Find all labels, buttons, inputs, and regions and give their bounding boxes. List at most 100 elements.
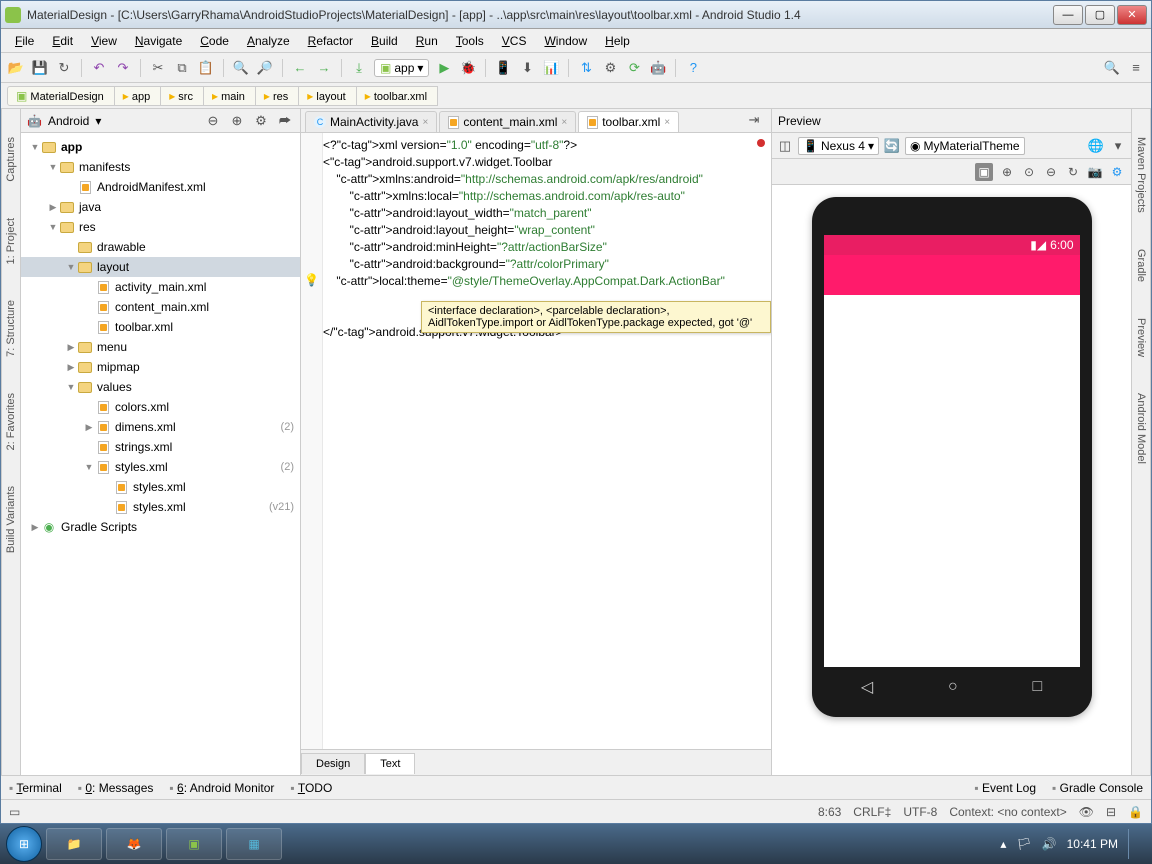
gear-icon[interactable]: ⚙ bbox=[252, 112, 270, 130]
editor-tab[interactable]: content_main.xml× bbox=[439, 111, 576, 132]
side-tab-preview[interactable]: Preview bbox=[1133, 310, 1149, 365]
menu-tools[interactable]: Tools bbox=[448, 32, 492, 50]
tree-item[interactable]: ▼styles.xml(2) bbox=[21, 457, 300, 477]
editor-gutter[interactable] bbox=[301, 133, 323, 749]
taskbar-explorer[interactable]: 📁 bbox=[46, 828, 102, 860]
breadcrumb-item[interactable]: ▸ res bbox=[255, 86, 299, 106]
tree-item[interactable]: ▶java bbox=[21, 197, 300, 217]
project-tree[interactable]: ▼app▼manifestsAndroidManifest.xml▶java▼r… bbox=[21, 133, 300, 775]
tree-item[interactable]: ▶◉Gradle Scripts bbox=[21, 517, 300, 537]
sync-gradle-icon[interactable]: ⟳ bbox=[625, 59, 643, 77]
run-config-combo[interactable]: ▣ app ▾ bbox=[374, 59, 429, 77]
system-tray[interactable]: ▴ 🏳 🔊 10:41 PM bbox=[1000, 829, 1146, 859]
close-tab-icon[interactable]: × bbox=[561, 117, 567, 128]
side-tab-android-model[interactable]: Android Model bbox=[1133, 385, 1149, 472]
menu-build[interactable]: Build bbox=[363, 32, 406, 50]
redo-icon[interactable]: ↷ bbox=[114, 59, 132, 77]
locale-icon[interactable]: 🌐 bbox=[1087, 137, 1105, 155]
save-icon[interactable]: 💾 bbox=[31, 59, 49, 77]
side-tab-maven-projects[interactable]: Maven Projects bbox=[1133, 129, 1149, 221]
editor-mode-tab-design[interactable]: Design bbox=[301, 753, 365, 774]
side-tab-gradle[interactable]: Gradle bbox=[1133, 241, 1149, 290]
status-message-icon[interactable]: ▭ bbox=[9, 805, 20, 819]
undo-icon[interactable]: ↶ bbox=[90, 59, 108, 77]
tree-arrow-icon[interactable]: ▼ bbox=[83, 462, 95, 472]
menu-refactor[interactable]: Refactor bbox=[300, 32, 361, 50]
close-button[interactable]: ✕ bbox=[1117, 5, 1147, 25]
titlebar[interactable]: MaterialDesign - [C:\Users\GarryRhama\An… bbox=[1, 1, 1151, 29]
tree-item[interactable]: colors.xml bbox=[21, 397, 300, 417]
memory-icon[interactable]: ⊟ bbox=[1106, 805, 1116, 819]
tree-item[interactable]: ▼res bbox=[21, 217, 300, 237]
hide-icon[interactable]: ⮫ bbox=[276, 112, 294, 130]
tree-item[interactable]: drawable bbox=[21, 237, 300, 257]
tree-item[interactable]: ▼manifests bbox=[21, 157, 300, 177]
tool-window-button[interactable]: ▪ 6: Android Monitor bbox=[169, 781, 274, 795]
forward-icon[interactable]: → bbox=[315, 59, 333, 77]
paste-icon[interactable]: 📋 bbox=[197, 59, 215, 77]
menu-help[interactable]: Help bbox=[597, 32, 638, 50]
menu-navigate[interactable]: Navigate bbox=[127, 32, 190, 50]
open-icon[interactable]: 📂 bbox=[7, 59, 25, 77]
zoom-fit-icon[interactable]: ▣ bbox=[975, 163, 993, 181]
tree-arrow-icon[interactable]: ▶ bbox=[65, 362, 77, 373]
device-combo[interactable]: 📱 Nexus 4 ▾ bbox=[798, 137, 879, 155]
scroll-target-icon[interactable]: ⊕ bbox=[228, 112, 246, 130]
side-tab-7-structure[interactable]: 7: Structure bbox=[3, 292, 19, 365]
tabs-menu-icon[interactable]: ⇥ bbox=[745, 111, 763, 129]
help-icon[interactable]: ? bbox=[684, 59, 702, 77]
tree-item[interactable]: AndroidManifest.xml bbox=[21, 177, 300, 197]
theme-combo[interactable]: ◉ MyMaterialTheme bbox=[905, 137, 1025, 155]
editor-tab[interactable]: CMainActivity.java× bbox=[305, 111, 437, 132]
replace-icon[interactable]: 🔎 bbox=[256, 59, 274, 77]
menu-analyze[interactable]: Analyze bbox=[239, 32, 298, 50]
debug-icon[interactable]: 🐞 bbox=[459, 59, 477, 77]
menu-vcs[interactable]: VCS bbox=[494, 32, 535, 50]
editor-tab[interactable]: toolbar.xml× bbox=[578, 111, 679, 132]
tree-arrow-icon[interactable]: ▶ bbox=[65, 342, 77, 353]
tree-arrow-icon[interactable]: ▶ bbox=[47, 202, 59, 213]
tree-item[interactable]: activity_main.xml bbox=[21, 277, 300, 297]
android-robot-icon[interactable]: 🤖 bbox=[649, 59, 667, 77]
run-icon[interactable]: ▶ bbox=[435, 59, 453, 77]
settings-gear-icon[interactable]: ⚙ bbox=[1109, 164, 1125, 180]
taskbar-clock[interactable]: 10:41 PM bbox=[1067, 837, 1118, 851]
tree-arrow-icon[interactable]: ▼ bbox=[47, 162, 59, 172]
side-tab-1-project[interactable]: 1: Project bbox=[3, 210, 19, 272]
maximize-button[interactable]: ▢ bbox=[1085, 5, 1115, 25]
breadcrumb-item[interactable]: ▸ layout bbox=[298, 86, 356, 106]
tool-window-button[interactable]: ▪ TODO bbox=[290, 781, 332, 795]
close-tab-icon[interactable]: × bbox=[422, 117, 428, 128]
toolbar-menu-icon[interactable]: ≡ bbox=[1127, 59, 1145, 77]
menu-window[interactable]: Window bbox=[536, 32, 595, 50]
back-icon[interactable]: ← bbox=[291, 59, 309, 77]
zoom-out-icon[interactable]: ⊖ bbox=[1043, 164, 1059, 180]
breadcrumb-item[interactable]: ▣ MaterialDesign bbox=[7, 86, 115, 106]
side-tab-2-favorites[interactable]: 2: Favorites bbox=[3, 385, 19, 458]
intention-bulb-icon[interactable]: 💡 bbox=[304, 273, 319, 287]
breadcrumb-item[interactable]: ▸ src bbox=[160, 86, 204, 106]
project-view-label[interactable]: Android bbox=[48, 114, 89, 128]
file-encoding[interactable]: UTF-8 bbox=[903, 805, 937, 819]
tray-volume-icon[interactable]: 🔊 bbox=[1042, 837, 1057, 851]
menu-file[interactable]: File bbox=[7, 32, 42, 50]
show-desktop[interactable] bbox=[1128, 829, 1138, 859]
avd-icon[interactable]: 📱 bbox=[494, 59, 512, 77]
menu-view[interactable]: View bbox=[83, 32, 125, 50]
side-tab-captures[interactable]: Captures bbox=[3, 129, 19, 190]
tree-item[interactable]: toolbar.xml bbox=[21, 317, 300, 337]
taskbar-app[interactable]: ▦ bbox=[226, 828, 282, 860]
api-icon[interactable]: ▾ bbox=[1109, 137, 1127, 155]
sdk-icon[interactable]: ⬇ bbox=[518, 59, 536, 77]
line-ending[interactable]: CRLF‡ bbox=[853, 805, 891, 819]
zoom-reset-icon[interactable]: ⊙ bbox=[1021, 164, 1037, 180]
copy-icon[interactable]: ⧉ bbox=[173, 59, 191, 77]
tree-item[interactable]: styles.xml(v21) bbox=[21, 497, 300, 517]
breadcrumb-item[interactable]: ▸ app bbox=[114, 86, 161, 106]
tree-arrow-icon[interactable]: ▼ bbox=[65, 382, 77, 392]
tool-window-button[interactable]: ▪ Terminal bbox=[9, 781, 62, 795]
tree-item[interactable]: content_main.xml bbox=[21, 297, 300, 317]
tree-item[interactable]: ▶mipmap bbox=[21, 357, 300, 377]
make-icon[interactable]: ⤓ bbox=[350, 59, 368, 77]
find-icon[interactable]: 🔍 bbox=[232, 59, 250, 77]
